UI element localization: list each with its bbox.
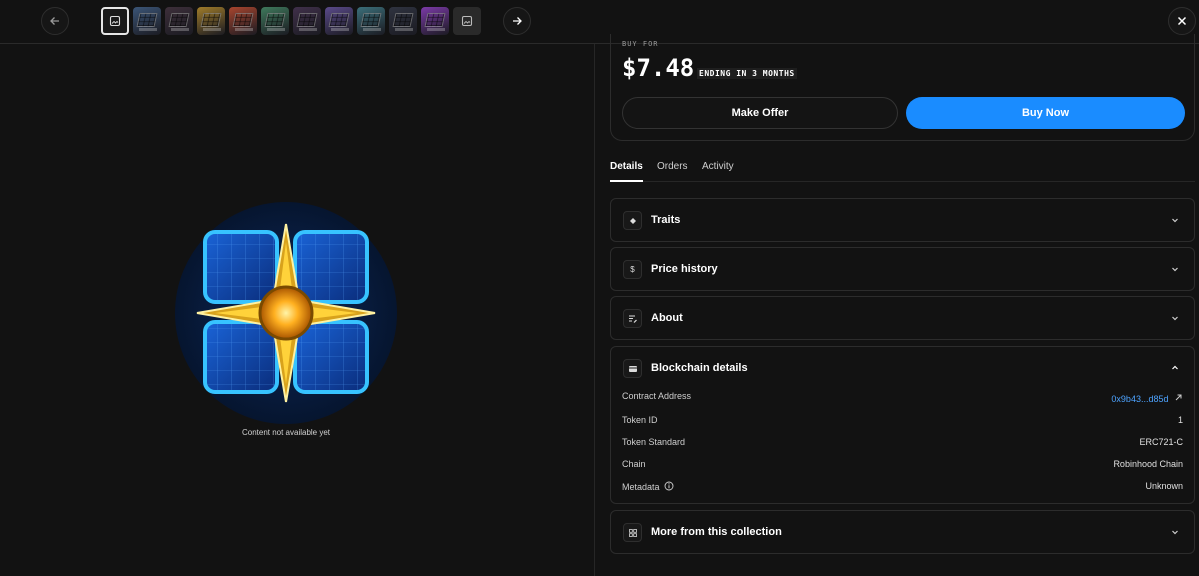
thumbnail[interactable]	[261, 7, 289, 35]
detail-key: Chain	[622, 459, 646, 469]
detail-row-contract-address: Contract Address 0x9b43...d85d	[622, 391, 1183, 405]
thumbnail-base	[139, 28, 157, 31]
thumbnail[interactable]	[293, 7, 321, 35]
more-from-collection-section[interactable]: More from this collection	[610, 510, 1195, 554]
thumbnail[interactable]	[325, 7, 353, 35]
traits-section[interactable]: Traits	[610, 198, 1195, 242]
solar-panel-image	[168, 13, 190, 27]
grid-icon	[623, 523, 642, 542]
contract-address-value: 0x9b43...d85d	[1111, 394, 1169, 404]
listing-card: BUY FOR $7.48 ENDING IN 3 MONTHS Make Of…	[610, 34, 1195, 141]
metadata-label: Metadata	[622, 482, 660, 492]
more-from-collection-header[interactable]: More from this collection	[611, 511, 1194, 554]
price-history-header[interactable]: $ Price history	[611, 248, 1194, 291]
solar-panel-image	[328, 13, 350, 27]
solar-panel-image	[296, 13, 318, 27]
more-from-collection-title: More from this collection	[651, 526, 782, 538]
external-link-icon	[1175, 394, 1182, 401]
traits-header[interactable]: Traits	[611, 199, 1194, 242]
chain-value: Robinhood Chain	[1113, 459, 1183, 469]
buy-now-button[interactable]: Buy Now	[906, 97, 1185, 129]
blockchain-details-section: Blockchain details Contract Address 0x9b…	[610, 346, 1195, 504]
chevron-down-icon	[1172, 218, 1178, 223]
make-offer-button[interactable]: Make Offer	[622, 97, 898, 129]
thumbnail-base	[395, 28, 413, 31]
thumbnail-strip	[101, 7, 481, 35]
previous-button[interactable]	[41, 7, 69, 35]
info-icon[interactable]	[664, 481, 674, 491]
thumbnail-base	[171, 28, 189, 31]
image-icon	[109, 15, 121, 27]
detail-row-token-id: Token ID 1	[622, 415, 1183, 429]
panel-divider	[594, 44, 595, 576]
thumbnail[interactable]	[165, 7, 193, 35]
nft-artwork-image	[175, 202, 397, 424]
close-icon	[1177, 16, 1187, 26]
buy-for-label: BUY FOR	[622, 40, 659, 48]
contract-address-link[interactable]: 0x9b43...d85d	[1111, 393, 1183, 404]
card-icon	[623, 359, 642, 378]
media-viewer: Content not available yet	[0, 45, 594, 576]
thumbnail-selected[interactable]	[101, 7, 129, 35]
arrow-right-icon	[513, 17, 522, 25]
solar-panel-image	[264, 13, 286, 27]
image-icon	[461, 15, 473, 27]
content-unavailable-caption: Content not available yet	[241, 428, 331, 437]
thumbnail-base	[331, 28, 349, 31]
solar-panel-image	[392, 13, 414, 27]
dollar-icon: $	[623, 260, 642, 279]
detail-row-metadata: Metadata Unknown	[622, 481, 1183, 495]
thumbnail-base	[299, 28, 317, 31]
blockchain-details-title: Blockchain details	[651, 362, 748, 374]
detail-row-token-standard: Token Standard ERC721-C	[622, 437, 1183, 451]
detail-key: Metadata	[622, 481, 674, 492]
about-header[interactable]: About	[611, 297, 1194, 340]
thumbnail-base	[235, 28, 253, 31]
tab-orders[interactable]: Orders	[657, 161, 688, 182]
thumbnail-placeholder[interactable]	[453, 7, 481, 35]
thumbnail[interactable]	[421, 7, 449, 35]
about-section[interactable]: About	[610, 296, 1195, 340]
tab-details[interactable]: Details	[610, 161, 643, 182]
thumbnail[interactable]	[229, 7, 257, 35]
solar-panel-image	[200, 13, 222, 27]
detail-key: Contract Address	[622, 391, 692, 401]
detail-row-chain: Chain Robinhood Chain	[622, 459, 1183, 473]
chevron-up-icon	[1172, 365, 1178, 370]
tab-activity[interactable]: Activity	[702, 161, 734, 182]
thumbnail[interactable]	[133, 7, 161, 35]
thumbnail[interactable]	[197, 7, 225, 35]
text-edit-icon	[623, 309, 642, 328]
chevron-down-icon	[1172, 530, 1178, 535]
token-id-value: 1	[1177, 415, 1183, 425]
thumbnail[interactable]	[357, 7, 385, 35]
chevron-down-icon	[1172, 267, 1178, 272]
solar-panel-image	[424, 13, 446, 27]
metadata-value: Unknown	[1145, 481, 1183, 491]
detail-tabs: Details Orders Activity	[610, 158, 1195, 182]
about-title: About	[651, 312, 683, 324]
detail-key: Token ID	[622, 415, 658, 425]
chevron-down-icon	[1172, 316, 1178, 321]
traits-title: Traits	[651, 214, 681, 226]
detail-key: Token Standard	[622, 437, 686, 447]
solar-panel-image	[360, 13, 382, 27]
ending-badge: ENDING IN 3 MONTHS	[697, 68, 797, 79]
next-button[interactable]	[503, 7, 531, 35]
price-history-section[interactable]: $ Price history	[610, 247, 1195, 291]
blockchain-details-header[interactable]: Blockchain details	[611, 347, 1194, 390]
thumbnail-base	[203, 28, 221, 31]
price-value: $7.48	[622, 54, 695, 82]
solar-panel-image	[136, 13, 158, 27]
close-button[interactable]	[1168, 7, 1196, 35]
solar-panel-image	[232, 13, 254, 27]
price-history-title: Price history	[651, 263, 718, 275]
token-standard-value: ERC721-C	[1139, 437, 1183, 447]
thumbnail-base	[427, 28, 445, 31]
thumbnail-base	[267, 28, 285, 31]
thumbnail-base	[363, 28, 381, 31]
arrow-left-icon	[50, 17, 59, 25]
thumbnail[interactable]	[389, 7, 417, 35]
diamond-icon	[623, 211, 642, 230]
